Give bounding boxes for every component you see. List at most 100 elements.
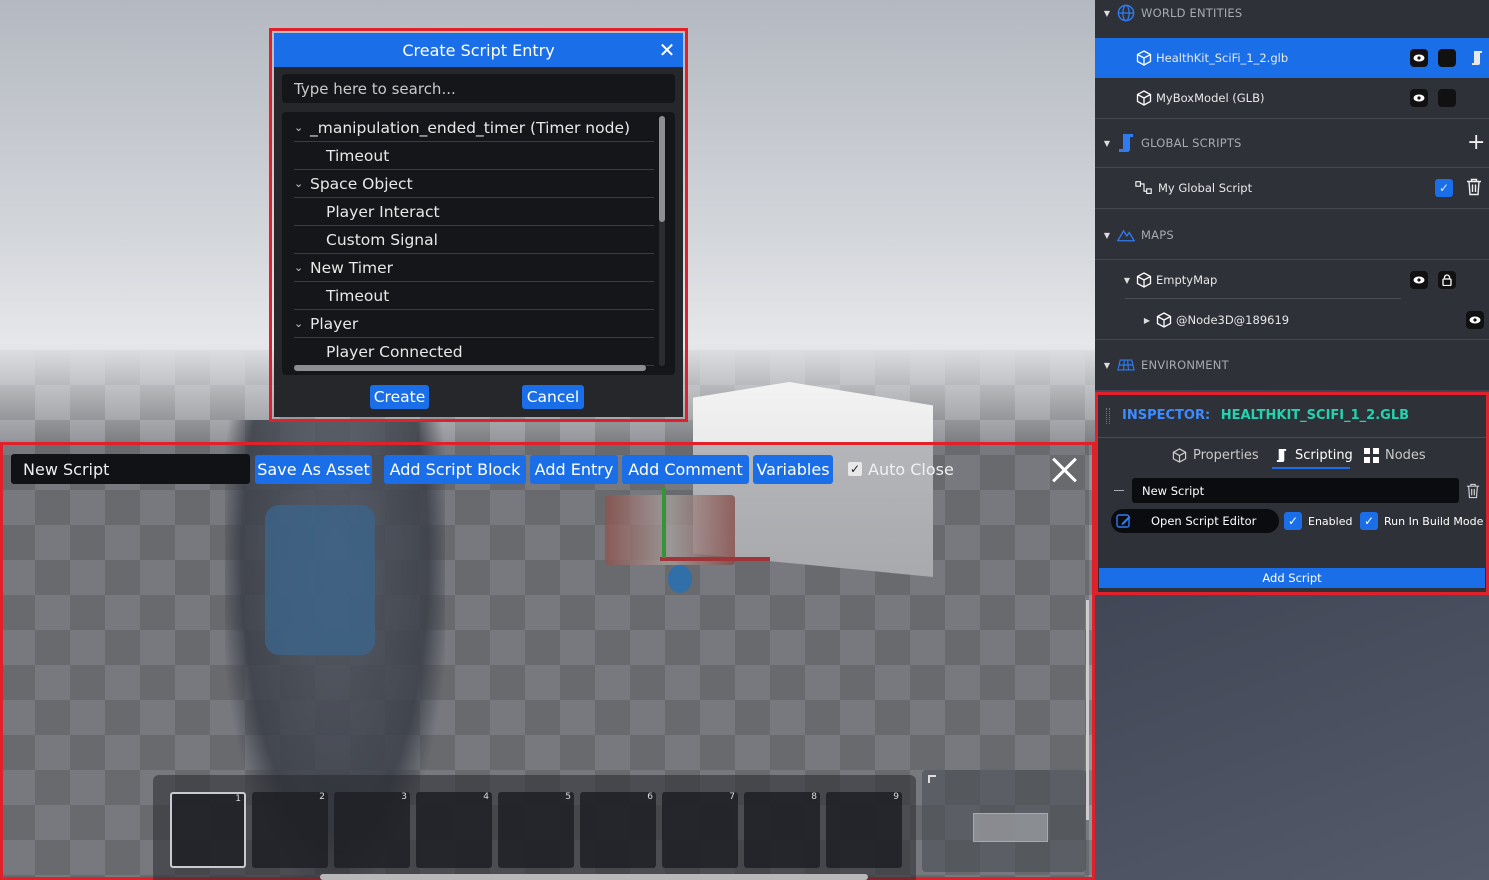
list-item[interactable]: ⌄ Space Object <box>294 170 654 198</box>
tree-item-emptymap[interactable]: ▼ EmptyMap <box>1095 260 1489 300</box>
trash-icon[interactable] <box>1465 178 1483 196</box>
list-item[interactable]: Player Connected <box>294 338 654 366</box>
cancel-button[interactable]: Cancel <box>522 385 584 409</box>
scroll-thumb[interactable] <box>659 116 665 222</box>
triangle-down-icon[interactable]: ▼ <box>1101 139 1113 148</box>
add-script-block-button[interactable]: Add Script Block <box>384 455 526 484</box>
list-item[interactable]: Timeout <box>294 282 654 310</box>
hotbar-slot[interactable]: 1 <box>170 792 246 868</box>
lock-icon[interactable] <box>1438 271 1456 289</box>
triangle-right-icon[interactable]: ▶ <box>1141 316 1153 325</box>
list-item[interactable]: ⌄ New Timer <box>294 254 654 282</box>
list-item[interactable]: Player Interact <box>294 198 654 226</box>
auto-close-checkbox[interactable]: ✓ <box>848 462 862 476</box>
collapse-icon[interactable] <box>1114 490 1124 491</box>
script-name-input[interactable]: New Script <box>11 454 250 484</box>
script-icon[interactable] <box>1468 49 1486 67</box>
run-in-build-option[interactable]: ✓ Run In Build Mode <box>1360 512 1483 530</box>
script-enabled-checkbox[interactable]: ✓ <box>1435 179 1453 197</box>
list-item[interactable]: Timeout <box>294 142 654 170</box>
minimap-viewport[interactable] <box>973 813 1048 842</box>
add-comment-button[interactable]: Add Comment <box>622 455 749 484</box>
tab-scripting[interactable]: Scripting <box>1272 446 1353 464</box>
section-label: MAPS <box>1141 228 1174 242</box>
tab-nodes[interactable]: Nodes <box>1362 446 1426 464</box>
variables-button[interactable]: Variables <box>753 455 833 484</box>
tree-item-my-global-script[interactable]: My Global Script ✓ <box>1095 168 1489 208</box>
chevron-down-icon[interactable]: ⌄ <box>294 121 310 134</box>
entry-list: ⌄ _manipulation_ended_timer (Timer node) … <box>282 112 675 375</box>
section-maps[interactable]: ▼ MAPS <box>1095 222 1489 248</box>
close-editor-icon[interactable] <box>1048 454 1080 486</box>
triangle-down-icon[interactable]: ▼ <box>1101 231 1113 240</box>
script-name-field[interactable]: New Script <box>1132 478 1459 503</box>
close-icon[interactable]: ✕ <box>657 38 677 62</box>
hotbar-slot[interactable]: 4 <box>416 792 492 868</box>
dialog-title: Create Script Entry <box>402 40 555 60</box>
hotbar-slot[interactable]: 9 <box>826 792 902 868</box>
hotbar-slot[interactable]: 5 <box>498 792 574 868</box>
cube-icon <box>1155 311 1173 329</box>
list-item[interactable]: ⌄ Player <box>294 310 654 338</box>
inspector-label: INSPECTOR: <box>1122 408 1211 423</box>
eye-icon[interactable] <box>1410 271 1428 289</box>
trash-icon[interactable] <box>1464 482 1482 500</box>
open-script-editor-button[interactable]: Open Script Editor <box>1111 509 1279 533</box>
eye-icon[interactable] <box>1410 89 1428 107</box>
hotbar: 1 2 3 4 5 6 7 8 9 <box>153 775 916 880</box>
run-in-build-checkbox[interactable]: ✓ <box>1360 512 1378 530</box>
divider <box>1095 208 1489 209</box>
horizontal-scrollbar[interactable] <box>294 365 646 371</box>
chevron-down-icon[interactable]: ⌄ <box>294 177 310 190</box>
search-input[interactable]: Type here to search... <box>282 74 675 103</box>
enabled-checkbox[interactable]: ✓ <box>1284 512 1302 530</box>
tree-item-myboxmodel[interactable]: MyBoxModel (GLB) <box>1095 78 1489 118</box>
list-item-label: Timeout <box>326 146 390 165</box>
auto-close-toggle[interactable]: ✓ Auto Close <box>848 458 954 480</box>
section-environment[interactable]: ▼ ENVIRONMENT <box>1095 352 1489 378</box>
save-as-asset-button[interactable]: Save As Asset <box>255 455 372 484</box>
vertical-scrollbar[interactable] <box>659 116 665 366</box>
eye-icon[interactable] <box>1410 49 1428 67</box>
add-script-button[interactable]: Add Script <box>1099 568 1485 588</box>
hotbar-slot[interactable]: 6 <box>580 792 656 868</box>
slot-number: 1 <box>235 794 241 804</box>
script-icon <box>1117 134 1135 152</box>
eye-icon[interactable] <box>1466 311 1484 329</box>
create-button[interactable]: Create <box>370 385 429 409</box>
section-label: ENVIRONMENT <box>1141 358 1229 372</box>
horizontal-scrollbar[interactable] <box>320 874 868 880</box>
enabled-option[interactable]: ✓ Enabled <box>1284 512 1352 530</box>
hotbar-slot[interactable]: 2 <box>252 792 328 868</box>
edit-icon <box>1115 512 1133 530</box>
editor-scrollbar[interactable] <box>1086 600 1089 820</box>
triangle-down-icon[interactable]: ▼ <box>1121 276 1133 285</box>
lock-toggle[interactable] <box>1438 49 1456 67</box>
section-global-scripts[interactable]: ▼ GLOBAL SCRIPTS + <box>1095 130 1489 156</box>
option-label: Run In Build Mode <box>1384 514 1484 528</box>
lock-toggle[interactable] <box>1438 89 1456 107</box>
add-entry-button[interactable]: Add Entry <box>530 455 618 484</box>
list-item[interactable]: Custom Signal <box>294 226 654 254</box>
hotbar-slot[interactable]: 7 <box>662 792 738 868</box>
triangle-down-icon[interactable]: ▼ <box>1101 9 1113 18</box>
drag-handle[interactable] <box>1106 408 1110 424</box>
script-icon <box>1272 446 1290 464</box>
triangle-down-icon[interactable]: ▼ <box>1101 361 1113 370</box>
tree-item-node3d[interactable]: ▶ @Node3D@189619 <box>1095 300 1489 340</box>
add-icon[interactable]: + <box>1467 130 1486 156</box>
tree-item-healthkit[interactable]: HealthKit_SciFi_1_2.glb <box>1095 38 1489 78</box>
chevron-down-icon[interactable]: ⌄ <box>294 317 310 330</box>
list-item-label: Space Object <box>310 174 413 193</box>
list-item[interactable]: ⌄ _manipulation_ended_timer (Timer node) <box>294 114 654 142</box>
hotbar-slot[interactable]: 3 <box>334 792 410 868</box>
tab-properties[interactable]: Properties <box>1170 446 1259 464</box>
minimap[interactable] <box>922 770 1086 872</box>
list-item-label: Player Interact <box>326 202 440 221</box>
list-item-label: New Timer <box>310 258 394 277</box>
section-world-entities[interactable]: ▼ WORLD ENTITIES <box>1095 2 1489 24</box>
divider <box>1125 298 1401 299</box>
hotbar-slot[interactable]: 8 <box>744 792 820 868</box>
chevron-down-icon[interactable]: ⌄ <box>294 261 310 274</box>
expand-corner-icon[interactable] <box>928 775 936 783</box>
